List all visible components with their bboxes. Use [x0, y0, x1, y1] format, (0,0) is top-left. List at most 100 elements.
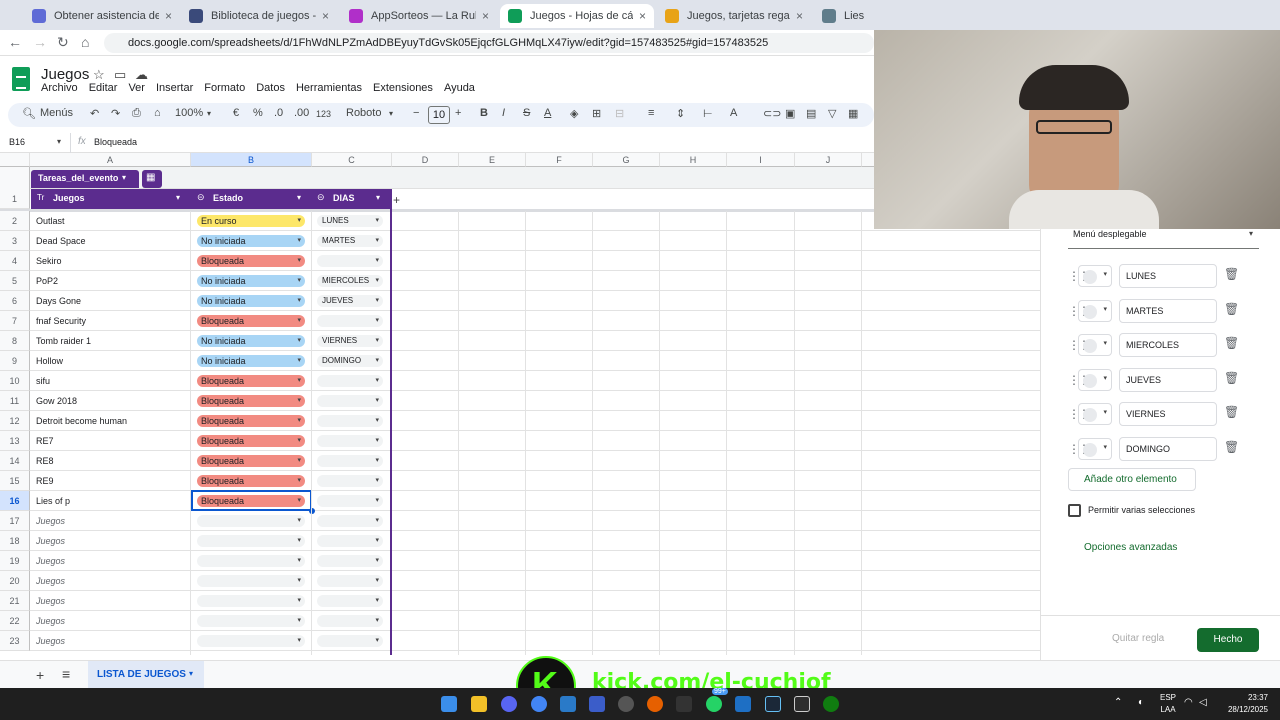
table-view-icon[interactable]: ▦ [848, 107, 858, 120]
column-name-estado[interactable]: Estado [213, 193, 243, 203]
dias-chip[interactable]: ▾ [317, 435, 383, 447]
estado-chip[interactable]: No iniciada ▾ [197, 355, 305, 367]
column-header-b[interactable]: B [191, 153, 312, 167]
document-title[interactable]: Juegos [41, 66, 89, 83]
item-color-picker[interactable]: ▾ [1078, 438, 1112, 460]
dias-chip[interactable]: LUNES ▾ [317, 215, 383, 227]
item-color-picker[interactable]: ▾ [1078, 403, 1112, 426]
cell-juego[interactable]: Dead Space [36, 236, 86, 246]
estado-chip[interactable]: ▾ [197, 575, 305, 587]
cell-juego[interactable]: PoP2 [36, 276, 58, 286]
estado-chip[interactable]: Bloqueada ▾ [197, 435, 305, 447]
search-icon[interactable]: 🔍︎ [22, 107, 36, 120]
corner-select-all[interactable] [0, 153, 30, 167]
cell-juego[interactable]: fnaf Security [36, 316, 86, 326]
estado-chip[interactable]: ▾ [197, 515, 305, 527]
column-header-a[interactable]: A [30, 153, 191, 167]
app-icon[interactable] [589, 696, 605, 712]
estado-chip[interactable]: ▾ [197, 535, 305, 547]
formula-input[interactable]: Bloqueada [94, 137, 137, 147]
increase-decimal-button[interactable]: .00 [294, 107, 309, 119]
column-header-d[interactable]: D [392, 153, 459, 167]
url-field[interactable]: docs.google.com/spreadsheets/d/1FhWdNLPZ… [104, 33, 874, 53]
currency-button[interactable]: € [233, 107, 239, 119]
cell-juego[interactable]: Outlast [36, 216, 65, 226]
clock-date[interactable]: 28/12/2025 [1220, 705, 1268, 714]
undo-icon[interactable]: ↶ [90, 107, 99, 120]
item-value-input[interactable]: DOMINGO [1119, 437, 1217, 461]
search-menus[interactable]: Menús [40, 107, 73, 119]
add-column-icon[interactable]: + [393, 193, 400, 207]
dias-chip[interactable]: DOMINGO ▾ [317, 355, 383, 367]
add-sheet-icon[interactable]: + [36, 667, 44, 683]
cell-juego[interactable]: RE9 [36, 476, 54, 486]
home-icon[interactable]: ⌂ [81, 34, 89, 50]
item-value-input[interactable]: MIERCOLES [1119, 333, 1217, 358]
row-header[interactable]: 18 [0, 531, 30, 551]
back-icon[interactable]: ← [8, 34, 22, 50]
dias-chip[interactable]: ▾ [317, 455, 383, 467]
cell-juego[interactable]: Juegos [36, 616, 65, 626]
cell-juego[interactable]: Detroit become human [36, 416, 127, 426]
cell-juego[interactable]: Hollow [36, 356, 63, 366]
estado-chip[interactable]: Bloqueada ▾ [197, 255, 305, 267]
item-color-picker[interactable]: ▾ [1078, 334, 1112, 357]
reload-icon[interactable]: ↻ [57, 34, 69, 51]
dias-chip[interactable]: ▾ [317, 495, 383, 507]
menu-formato[interactable]: Formato [204, 82, 245, 98]
trash-icon[interactable]: 🗑︎ [1224, 371, 1239, 385]
column-name-juegos[interactable]: Juegos [53, 193, 85, 203]
dias-chip[interactable]: ▾ [317, 575, 383, 587]
estado-chip[interactable]: En curso ▾ [197, 215, 305, 227]
row-header[interactable]: 20 [0, 571, 30, 591]
file-explorer-icon[interactable] [471, 696, 487, 712]
estado-chip[interactable]: Bloqueada ▾ [197, 395, 305, 407]
cell-juego[interactable]: sifu [36, 376, 50, 386]
xbox-icon[interactable] [823, 696, 839, 712]
chevron-down-icon[interactable]: ▾ [297, 193, 301, 202]
app-icon[interactable] [735, 696, 751, 712]
row-header[interactable]: 5 [0, 271, 30, 291]
epic-games-icon[interactable] [794, 696, 810, 712]
firefox-icon[interactable] [647, 696, 663, 712]
add-item-button[interactable]: Añade otro elemento [1068, 468, 1196, 491]
all-sheets-icon[interactable]: ≡ [62, 666, 70, 682]
advanced-options-link[interactable]: Opciones avanzadas [1084, 542, 1177, 553]
tray-chevron-icon[interactable]: ⌃ [1114, 697, 1122, 708]
trash-icon[interactable]: 🗑︎ [1224, 336, 1239, 350]
chart-icon[interactable]: ▤ [806, 107, 816, 120]
chrome-icon[interactable] [531, 696, 547, 712]
paint-format-icon[interactable]: ⌂ [154, 107, 161, 119]
row-header[interactable]: 11 [0, 391, 30, 411]
browser-tab[interactable]: AppSorteos — La Ruleta de la Suerte × [341, 4, 497, 28]
remove-rule-button[interactable]: Quitar regla [1112, 633, 1164, 644]
estado-chip[interactable]: Bloqueada ▾ [197, 315, 305, 327]
cloud-icon[interactable]: ☁ [135, 67, 148, 83]
volume-icon[interactable]: ◁ [1199, 697, 1207, 708]
close-icon[interactable]: × [165, 9, 172, 23]
chevron-down-icon[interactable]: ▾ [122, 173, 126, 182]
close-icon[interactable]: × [322, 9, 329, 23]
close-icon[interactable]: × [482, 9, 489, 23]
trash-icon[interactable]: 🗑︎ [1224, 440, 1239, 454]
dias-chip[interactable]: MIERCOLES ▾ [317, 275, 383, 287]
menu-archivo[interactable]: Archivo [41, 82, 78, 98]
row-header-1[interactable]: 1 [0, 167, 30, 209]
cell-juego[interactable]: Juegos [36, 536, 65, 546]
row-header[interactable]: 21 [0, 591, 30, 611]
item-value-input[interactable]: VIERNES [1119, 402, 1217, 427]
fill-color-icon[interactable]: ◈ [570, 107, 578, 120]
microphone-icon[interactable]: ◐ [1138, 697, 1144, 708]
estado-chip[interactable]: ▾ [197, 615, 305, 627]
dias-chip[interactable]: JUEVES ▾ [317, 295, 383, 307]
font-size-decrease-icon[interactable]: − [413, 107, 419, 119]
obs-icon[interactable] [618, 696, 634, 712]
chevron-down-icon[interactable]: ▾ [389, 109, 393, 118]
estado-chip[interactable]: No iniciada ▾ [197, 235, 305, 247]
dias-chip[interactable]: ▾ [317, 475, 383, 487]
cell-juego[interactable]: Juegos [36, 516, 65, 526]
cell-juego[interactable]: Lies of p [36, 496, 70, 506]
row-header[interactable]: 16 [0, 491, 30, 511]
star-icon[interactable]: ☆ [93, 67, 105, 83]
row-header[interactable]: 6 [0, 291, 30, 311]
